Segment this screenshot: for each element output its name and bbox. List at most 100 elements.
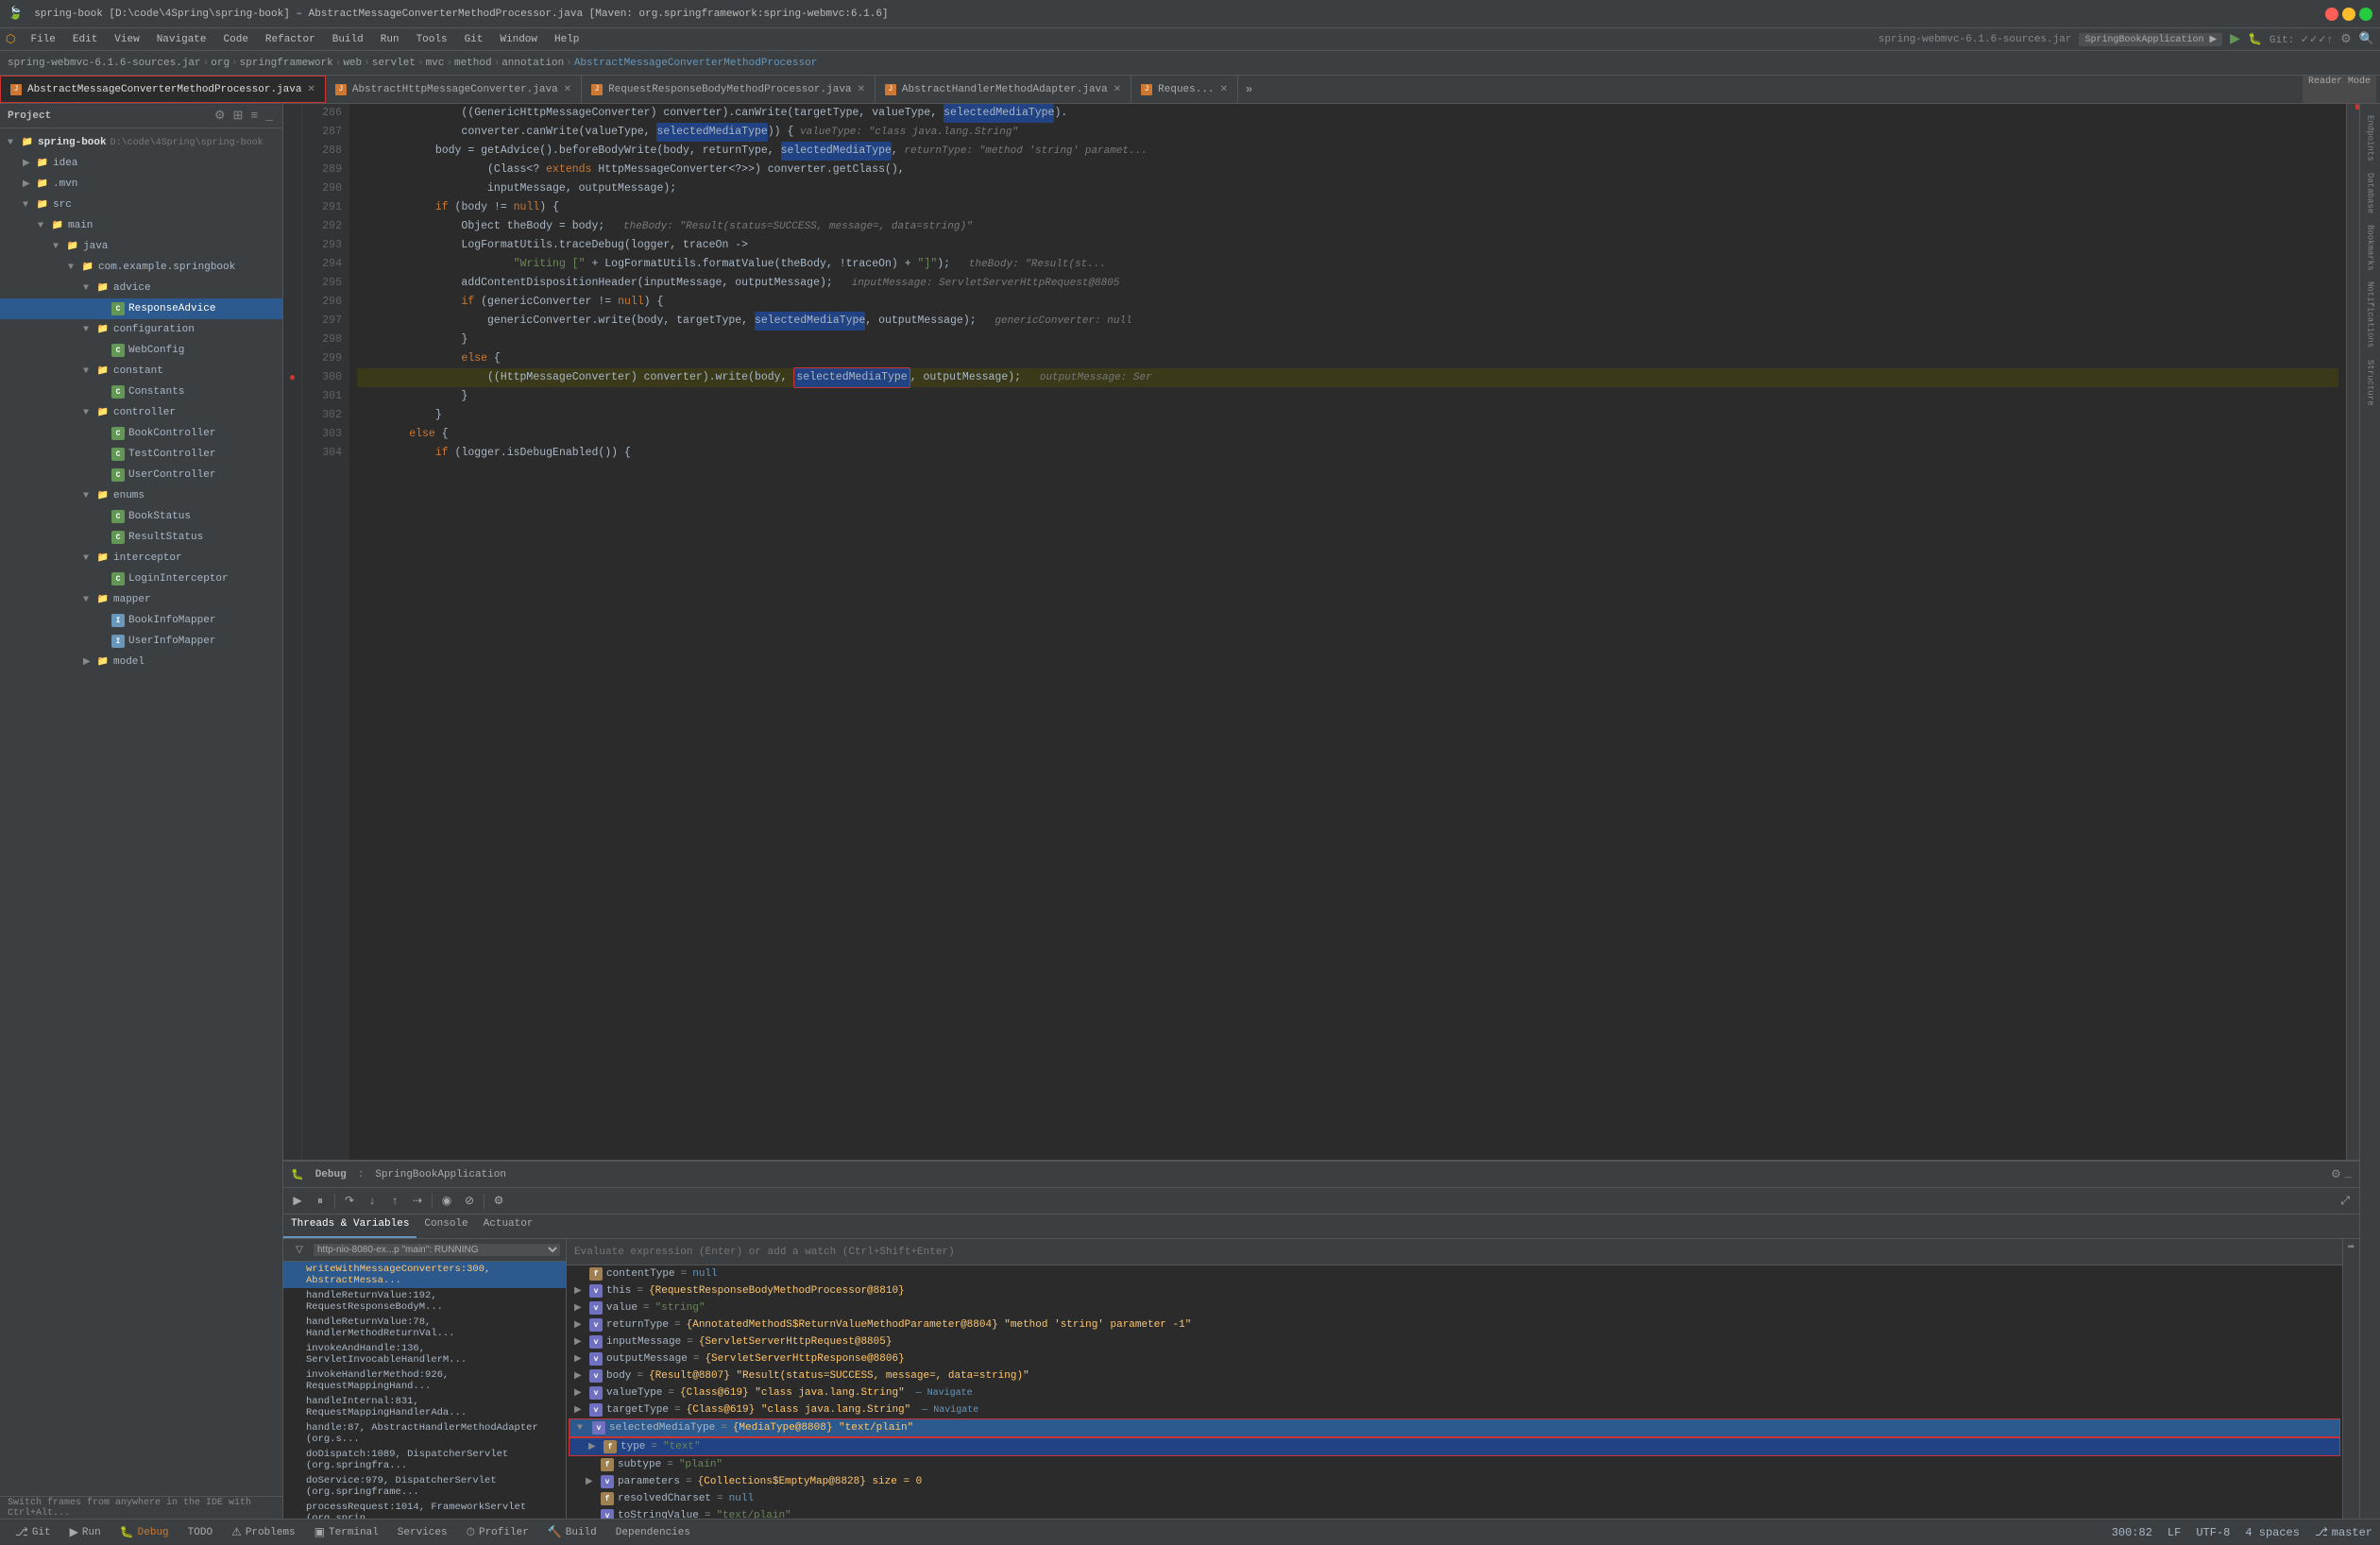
debug-step-over-btn[interactable]: ↷: [339, 1191, 360, 1212]
panel-cog-icon[interactable]: ⚙: [212, 109, 228, 123]
tree-resultstatus[interactable]: C ResultStatus: [0, 527, 282, 548]
tree-mapper[interactable]: ▼ 📁 mapper: [0, 589, 282, 610]
tree-response-advice[interactable]: C ResponseAdvice: [0, 298, 282, 319]
bottom-btn-run[interactable]: ▶ Run: [62, 1523, 109, 1541]
sidebar-bookmarks-icon[interactable]: Bookmarks: [2364, 221, 2377, 275]
sidebar-database-icon[interactable]: Database: [2364, 169, 2377, 217]
debug-view-breakpoints-btn[interactable]: ◉: [436, 1191, 457, 1212]
debug-step-into-btn[interactable]: ↓: [362, 1191, 382, 1212]
var-contentType[interactable]: f contentType = null: [567, 1265, 2342, 1282]
run-btn[interactable]: ▶: [2230, 31, 2240, 47]
menu-run[interactable]: Run: [373, 32, 407, 47]
menu-navigate[interactable]: Navigate: [149, 32, 214, 47]
navigate-link-valueType[interactable]: — Navigate: [916, 1388, 973, 1399]
tree-main[interactable]: ▼ 📁 main: [0, 215, 282, 236]
tree-configuration[interactable]: ▼ 📁 configuration: [0, 319, 282, 340]
status-git-branch[interactable]: ⎇ master: [2315, 1525, 2372, 1539]
var-this[interactable]: ▶ v this = {RequestResponseBodyMethodPro…: [567, 1282, 2342, 1299]
thread-selector[interactable]: http-nio-8080-ex...p "main": RUNNING: [314, 1244, 560, 1256]
tree-model[interactable]: ▶ 📁 model: [0, 652, 282, 672]
git-status[interactable]: Git: ✓✓✓↑: [2270, 33, 2333, 46]
bottom-btn-problems[interactable]: ⚠ Problems: [224, 1523, 303, 1541]
tab-abstract-http[interactable]: J AbstractHttpMessageConverter.java ✕: [326, 76, 582, 103]
tree-book-ctrl[interactable]: C BookController: [0, 423, 282, 444]
tree-com-example[interactable]: ▼ 📁 com.example.springbook: [0, 257, 282, 278]
tree-constants[interactable]: C Constants: [0, 382, 282, 402]
debug-pause-btn[interactable]: ⏸: [310, 1191, 331, 1212]
tree-user-ctrl[interactable]: C UserController: [0, 465, 282, 485]
sidebar-endpoints-icon[interactable]: Endpoints: [2364, 111, 2377, 165]
var-returnType[interactable]: ▶ v returnType = {AnnotatedMethodS$Retur…: [567, 1316, 2342, 1333]
breadcrumb-servlet[interactable]: servlet: [372, 58, 416, 69]
stack-frame-3[interactable]: invokeAndHandle:136, ServletInvocableHan…: [283, 1341, 566, 1367]
tab-overflow-btn[interactable]: »: [1238, 76, 1260, 103]
panel-layout-icon[interactable]: ⊞: [230, 109, 245, 123]
evaluate-input[interactable]: [574, 1247, 2335, 1258]
var-valueType[interactable]: ▶ v valueType = {Class@619} "class java.…: [567, 1384, 2342, 1401]
search-everywhere-icon[interactable]: 🔍: [2359, 32, 2374, 46]
debug-tab-actuator[interactable]: Actuator: [476, 1214, 541, 1238]
debug-minimize-icon[interactable]: _: [2345, 1167, 2352, 1181]
navigate-link-targetType[interactable]: — Navigate: [922, 1405, 978, 1416]
stack-frame-8[interactable]: doService:979, DispatcherServlet (org.sp…: [283, 1473, 566, 1500]
sidebar-structure-icon[interactable]: Structure: [2364, 356, 2377, 410]
tree-idea[interactable]: ▶ 📁 idea: [0, 153, 282, 174]
tree-bookstatus[interactable]: C BookStatus: [0, 506, 282, 527]
menu-build[interactable]: Build: [325, 32, 371, 47]
var-parameters[interactable]: ▶ v parameters = {Collections$EmptyMap@8…: [567, 1473, 2342, 1490]
stack-frame-5[interactable]: handleInternal:831, RequestMappingHandle…: [283, 1394, 566, 1420]
tab-reques[interactable]: J Reques... ✕: [1131, 76, 1238, 103]
tree-root[interactable]: ▼ 📁 spring-book D:\code\4Spring\spring-b…: [0, 132, 282, 153]
var-value[interactable]: ▶ v value = "string": [567, 1299, 2342, 1316]
breadcrumb-web[interactable]: web: [343, 58, 362, 69]
debug-step-out-btn[interactable]: ↑: [384, 1191, 405, 1212]
tree-mvn[interactable]: ▶ 📁 .mvn: [0, 174, 282, 195]
close-btn[interactable]: [2325, 8, 2338, 21]
tab-request-response[interactable]: J RequestResponseBodyMethodProcessor.jav…: [582, 76, 876, 103]
bottom-btn-services[interactable]: Services: [390, 1525, 455, 1540]
menu-file[interactable]: File: [23, 32, 62, 47]
bottom-btn-debug[interactable]: 🐛 Debug: [112, 1523, 177, 1541]
menu-view[interactable]: View: [107, 32, 146, 47]
tab-close-2[interactable]: ✕: [858, 84, 865, 95]
var-subtype[interactable]: f subtype = "plain": [567, 1456, 2342, 1473]
breakpoint-icon[interactable]: ●: [289, 371, 296, 384]
debug-settings-btn[interactable]: ⚙: [488, 1191, 509, 1212]
tree-book-mapper[interactable]: I BookInfoMapper: [0, 610, 282, 631]
tree-advice[interactable]: ▼ 📁 advice: [0, 278, 282, 298]
debug-run-btn[interactable]: 🐛: [2248, 32, 2262, 46]
debug-resume-btn[interactable]: ▶: [287, 1191, 308, 1212]
debug-run-to-cursor-btn[interactable]: ⇢: [407, 1191, 428, 1212]
var-toStringValue[interactable]: v toStringValue = "text/plain": [567, 1507, 2342, 1519]
var-inputMessage[interactable]: ▶ v inputMessage = {ServletServerHttpReq…: [567, 1333, 2342, 1350]
stack-frame-9[interactable]: processRequest:1014, FrameworkServlet (o…: [283, 1500, 566, 1519]
breadcrumb-jar[interactable]: spring-webmvc-6.1.6-sources.jar: [8, 58, 201, 69]
tab-abstract-message[interactable]: J AbstractMessageConverterMethodProcesso…: [0, 76, 326, 103]
tree-enums[interactable]: ▼ 📁 enums: [0, 485, 282, 506]
minimize-btn[interactable]: [2342, 8, 2355, 21]
breadcrumb-mvc[interactable]: mvc: [426, 58, 445, 69]
breadcrumb-springframework[interactable]: springframework: [240, 58, 333, 69]
bottom-btn-build[interactable]: 🔨 Build: [540, 1523, 604, 1541]
bottom-btn-profiler[interactable]: ⏱ Profiler: [459, 1524, 536, 1541]
bottom-btn-todo[interactable]: TODO: [180, 1525, 220, 1540]
var-resolvedCharset[interactable]: f resolvedCharset = null: [567, 1490, 2342, 1507]
stack-frame-2[interactable]: handleReturnValue:78, HandlerMethodRetur…: [283, 1315, 566, 1341]
bottom-btn-terminal[interactable]: ▣ Terminal: [307, 1523, 386, 1541]
var-outputMessage[interactable]: ▶ v outputMessage = {ServletServerHttpRe…: [567, 1350, 2342, 1367]
menu-tools[interactable]: Tools: [409, 32, 455, 47]
stack-frame-1[interactable]: handleReturnValue:192, RequestResponseBo…: [283, 1288, 566, 1315]
tree-user-mapper[interactable]: I UserInfoMapper: [0, 631, 282, 652]
panel-gear-icon[interactable]: ≡: [248, 109, 260, 123]
debug-mute-breakpoints-btn[interactable]: ⊘: [459, 1191, 480, 1212]
tab-close-1[interactable]: ✕: [564, 84, 571, 95]
debug-settings-icon[interactable]: ⚙: [2331, 1167, 2341, 1181]
menu-code[interactable]: Code: [216, 32, 256, 47]
tree-src[interactable]: ▼ 📁 src: [0, 195, 282, 215]
breadcrumb-class[interactable]: AbstractMessageConverterMethodProcessor: [574, 58, 817, 69]
tree-test-ctrl[interactable]: C TestController: [0, 444, 282, 465]
menu-window[interactable]: Window: [492, 32, 545, 47]
debug-tab-threads[interactable]: Threads & Variables: [283, 1214, 416, 1238]
run-config[interactable]: SpringBookApplication ▶: [2079, 33, 2222, 46]
tree-interceptor[interactable]: ▼ 📁 interceptor: [0, 548, 282, 569]
